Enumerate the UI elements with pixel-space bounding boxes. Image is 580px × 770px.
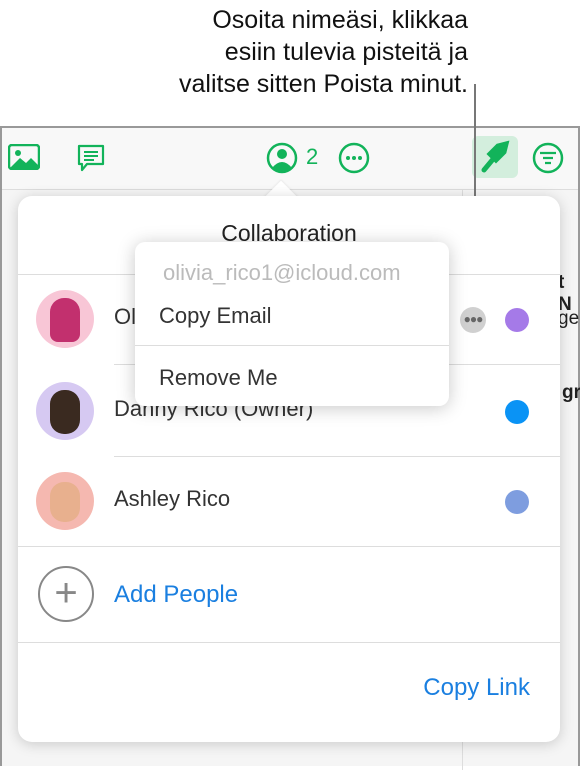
callout-line: esiin tulevia pisteitä ja: [224, 38, 468, 66]
avatar: [36, 382, 94, 440]
organize-icon[interactable]: [532, 142, 564, 174]
comment-icon[interactable]: [76, 144, 106, 174]
person-color-dot: [505, 400, 529, 424]
background-text: gr: [562, 382, 580, 403]
callout-line: valitse sitten Poista minut.: [178, 70, 468, 98]
menu-item-remove-me[interactable]: Remove Me: [159, 365, 278, 391]
person-name: Ashley Rico: [114, 486, 231, 511]
format-button[interactable]: [472, 136, 518, 178]
toolbar: 2: [2, 128, 578, 190]
avatar: [36, 472, 94, 530]
add-people-button[interactable]: + Add People: [18, 548, 560, 642]
collaborator-count[interactable]: 2: [306, 144, 318, 170]
more-options-icon[interactable]: ●●●: [460, 307, 486, 333]
person-row[interactable]: Ashley Rico: [18, 456, 560, 548]
background-text: ge: [558, 308, 580, 329]
callout-line: Osoita nimeäsi, klikkaa: [212, 6, 468, 34]
divider: [18, 642, 560, 643]
person-color-dot: [505, 308, 529, 332]
collaboration-icon[interactable]: [266, 142, 298, 174]
paintbrush-icon: [481, 140, 510, 173]
menu-email: olivia_rico1@icloud.com: [163, 260, 401, 285]
add-people-label: Add People: [114, 581, 239, 608]
divider: [135, 345, 449, 346]
more-icon[interactable]: [338, 142, 370, 174]
divider: [18, 546, 560, 547]
media-icon[interactable]: [8, 144, 40, 170]
callout-text: Osoita nimeäsi, klikkaa esiin tulevia pi…: [179, 4, 468, 100]
plus-icon: +: [38, 566, 94, 622]
person-color-dot: [505, 490, 529, 514]
avatar: [36, 290, 94, 348]
menu-item-copy-email[interactable]: Copy Email: [159, 303, 271, 329]
copy-link-button[interactable]: Copy Link: [423, 674, 530, 702]
context-menu: olivia_rico1@icloud.com Copy Email Remov…: [135, 242, 449, 406]
